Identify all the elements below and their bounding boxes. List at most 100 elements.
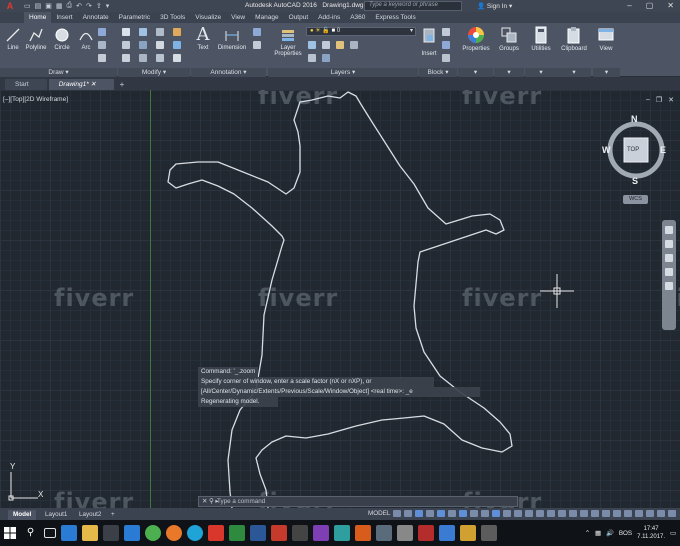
- arc-button[interactable]: Arc: [77, 27, 95, 51]
- keyboard-language[interactable]: BOS: [619, 530, 632, 537]
- tab-manage[interactable]: Manage: [250, 12, 284, 23]
- edge-browser-icon[interactable]: [60, 525, 77, 541]
- match-layer-icon[interactable]: [322, 54, 330, 62]
- layer-isolate-icon[interactable]: [322, 41, 330, 49]
- zoom-extents-icon[interactable]: [665, 254, 673, 262]
- erase-icon[interactable]: [173, 28, 181, 36]
- tab-layout2[interactable]: Layout2: [74, 510, 106, 520]
- wcs-menu[interactable]: WCS: [623, 195, 648, 204]
- transparency-icon[interactable]: [481, 510, 490, 517]
- layer-off-icon[interactable]: [308, 41, 316, 49]
- lock-ui-icon[interactable]: [624, 510, 633, 517]
- mail-icon[interactable]: [123, 525, 140, 541]
- clean-screen-icon[interactable]: [657, 510, 666, 517]
- layer-properties-button[interactable]: Layer Properties: [272, 27, 304, 57]
- hardware-acceleration-icon[interactable]: [646, 510, 655, 517]
- new-file-icon[interactable]: ▭: [24, 2, 31, 10]
- save-as-icon[interactable]: ▦: [56, 2, 63, 10]
- polar-icon[interactable]: [426, 510, 435, 517]
- mirror-icon[interactable]: [139, 41, 147, 49]
- drawing-viewport[interactable]: [–][Top][2D Wireframe] – ❐ ✕ fiverr five…: [0, 90, 680, 508]
- tab-model[interactable]: Model: [8, 510, 37, 520]
- file-tab-start[interactable]: Start: [5, 79, 47, 90]
- autocad-logo-icon[interactable]: A: [0, 0, 20, 12]
- command-customize-icon[interactable]: ✕ ⚲ ▸: [202, 497, 219, 506]
- block-panel-title[interactable]: Block ▾: [419, 68, 457, 77]
- layer-lock-icon[interactable]: [350, 41, 358, 49]
- object-snap-icon[interactable]: [459, 510, 468, 517]
- quick-properties-icon[interactable]: [613, 510, 622, 517]
- opera-browser-icon[interactable]: [207, 525, 224, 541]
- circle-button[interactable]: Circle: [51, 27, 73, 51]
- selection-filter-icon[interactable]: [525, 510, 534, 517]
- clipboard-button[interactable]: Clipboard: [558, 26, 590, 52]
- gizmo-icon[interactable]: [536, 510, 545, 517]
- annotation-visibility-icon[interactable]: [547, 510, 556, 517]
- search-icon[interactable]: ⚲: [23, 525, 39, 541]
- stretch-icon[interactable]: [122, 54, 130, 62]
- 3d-osnap-icon[interactable]: [503, 510, 512, 517]
- auto-scale-icon[interactable]: [558, 510, 567, 517]
- app-icon[interactable]: [459, 525, 476, 541]
- polyline-button[interactable]: Polyline: [23, 27, 49, 51]
- make-current-icon[interactable]: [308, 54, 316, 62]
- tab-view[interactable]: View: [226, 12, 250, 23]
- add-layout-icon[interactable]: +: [106, 510, 120, 520]
- app-icon[interactable]: [417, 525, 434, 541]
- compass-west[interactable]: W: [602, 145, 611, 155]
- selection-cycling-icon[interactable]: [492, 510, 501, 517]
- command-input[interactable]: ✕ ⚲ ▸ Type a command: [198, 496, 518, 507]
- search-input[interactable]: Type a keyword or phrase: [364, 1, 462, 11]
- tab-a360[interactable]: A360: [345, 12, 370, 23]
- object-snap-tracking-icon[interactable]: [448, 510, 457, 517]
- excel-icon[interactable]: [228, 525, 245, 541]
- properties-button[interactable]: Properties: [460, 26, 492, 52]
- close-tab-icon[interactable]: ✕: [91, 81, 96, 88]
- share-icon[interactable]: ⇪: [96, 2, 102, 10]
- hatch-icon[interactable]: [98, 41, 106, 49]
- navigation-bar[interactable]: [662, 220, 676, 330]
- compass-south[interactable]: S: [632, 176, 638, 186]
- isolate-objects-icon[interactable]: [635, 510, 644, 517]
- app-icon[interactable]: [354, 525, 371, 541]
- grid-icon[interactable]: [393, 510, 402, 517]
- tab-3d-tools[interactable]: 3D Tools: [155, 12, 190, 23]
- insert-button[interactable]: Insert: [419, 27, 439, 57]
- tab-add-ins[interactable]: Add-ins: [313, 12, 345, 23]
- annotation-panel-title[interactable]: Annotation ▾: [191, 68, 266, 77]
- notifications-icon[interactable]: ▭: [670, 530, 676, 537]
- utilities-button[interactable]: Utilities: [527, 26, 555, 52]
- modify-panel-title[interactable]: Modify ▾: [118, 68, 190, 77]
- table-icon[interactable]: [253, 41, 261, 49]
- trim-icon[interactable]: [156, 28, 164, 36]
- app-icon[interactable]: [333, 525, 350, 541]
- leader-icon[interactable]: [253, 28, 261, 36]
- customization-menu-icon[interactable]: [668, 510, 677, 517]
- scale-icon[interactable]: [139, 54, 147, 62]
- volume-icon[interactable]: 🔊: [606, 529, 614, 537]
- minimize-icon[interactable]: –: [627, 1, 631, 10]
- offset-icon[interactable]: [173, 54, 181, 62]
- new-tab-icon[interactable]: +: [116, 79, 128, 90]
- autocad-taskbar-icon[interactable]: [270, 525, 287, 541]
- workspace-switching-icon[interactable]: [580, 510, 589, 517]
- lineweight-icon[interactable]: [470, 510, 479, 517]
- create-block-icon[interactable]: [442, 28, 450, 36]
- qat-dropdown-icon[interactable]: ▾: [106, 2, 110, 10]
- rotate-icon[interactable]: [139, 28, 147, 36]
- store-icon[interactable]: [102, 525, 119, 541]
- view-panel-toggle[interactable]: ▾: [593, 68, 620, 77]
- dimension-button[interactable]: Dimension: [215, 27, 249, 51]
- dynamic-ucs-icon[interactable]: [514, 510, 523, 517]
- orbit-icon[interactable]: [665, 268, 673, 276]
- file-explorer-icon[interactable]: [81, 525, 98, 541]
- fillet-icon[interactable]: [156, 41, 164, 49]
- drawing-outline[interactable]: [0, 90, 680, 508]
- layers-panel-title[interactable]: Layers ▾: [268, 68, 418, 77]
- isodraft-icon[interactable]: [437, 510, 446, 517]
- move-icon[interactable]: [122, 28, 130, 36]
- open-file-icon[interactable]: ▤: [35, 2, 42, 10]
- viewcube[interactable]: N S E W TOP: [602, 112, 669, 194]
- tab-insert[interactable]: Insert: [51, 12, 77, 23]
- text-button[interactable]: A Text: [193, 26, 213, 52]
